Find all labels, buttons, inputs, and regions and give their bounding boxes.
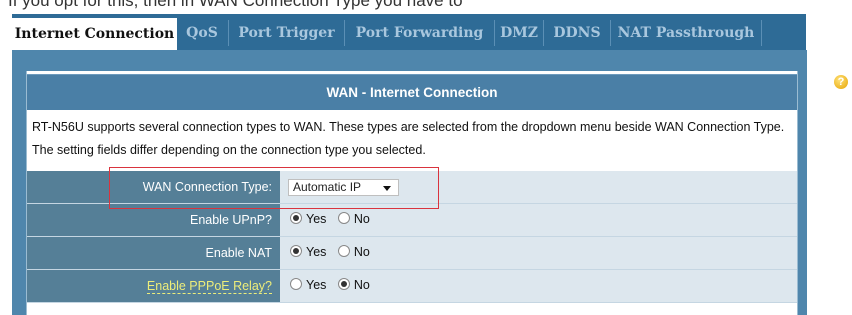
enable-nat-row: Enable NAT Yes No <box>27 237 797 270</box>
nat-no-label[interactable]: No <box>354 245 370 259</box>
tab-nat-passthrough[interactable]: NAT Passthrough <box>611 14 761 50</box>
upnp-no-radio[interactable] <box>337 212 350 224</box>
nat-radio-group: Yes No <box>290 245 378 259</box>
tab-divider <box>761 20 762 46</box>
tab-qos[interactable]: QoS <box>177 14 227 50</box>
tab-ddns[interactable]: DDNS <box>544 14 610 50</box>
pppoe-radio-group: Yes No <box>290 278 378 292</box>
upnp-radio-group: Yes No <box>290 212 378 226</box>
pppoe-yes-radio[interactable] <box>290 278 302 290</box>
help-icon[interactable]: ? <box>834 75 848 89</box>
nat-no-radio[interactable] <box>337 245 350 257</box>
nat-yes-radio[interactable] <box>290 245 302 257</box>
panel-description: RT-N56U supports several connection type… <box>32 120 785 157</box>
pppoe-yes-label[interactable]: Yes <box>306 278 326 292</box>
tab-port-trigger[interactable]: Port Trigger <box>229 14 344 50</box>
enable-nat-cell: Yes No <box>280 237 797 269</box>
nat-yes-label[interactable]: Yes <box>306 245 326 259</box>
enable-pppoe-relay-row: Enable PPPoE Relay? Yes No <box>27 270 797 303</box>
tab-dmz[interactable]: DMZ <box>495 14 543 50</box>
enable-pppoe-relay-cell: Yes No <box>280 270 797 302</box>
upnp-no-label[interactable]: No <box>354 212 370 226</box>
upnp-yes-radio[interactable] <box>290 212 302 224</box>
tab-internet-connection[interactable]: Internet Connection <box>12 18 177 50</box>
cropped-instruction-text: If you opt for this, then in WAN Connect… <box>0 0 852 12</box>
pppoe-no-radio[interactable] <box>337 278 350 290</box>
tab-bar: Internet Connection QoS Port Trigger Por… <box>12 14 806 50</box>
pppoe-relay-text[interactable]: Enable PPPoE Relay? <box>146 279 272 294</box>
tab-port-forwarding[interactable]: Port Forwarding <box>345 14 494 50</box>
upnp-yes-label[interactable]: Yes <box>306 212 326 226</box>
annotation-highlight-box <box>109 167 439 209</box>
enable-pppoe-relay-label[interactable]: Enable PPPoE Relay? <box>27 270 280 302</box>
enable-nat-label: Enable NAT <box>27 237 280 269</box>
instruction-text: If you opt for this, then in WAN Connect… <box>8 0 463 10</box>
panel-title: WAN - Internet Connection <box>27 74 797 110</box>
pppoe-no-label[interactable]: No <box>354 278 370 292</box>
